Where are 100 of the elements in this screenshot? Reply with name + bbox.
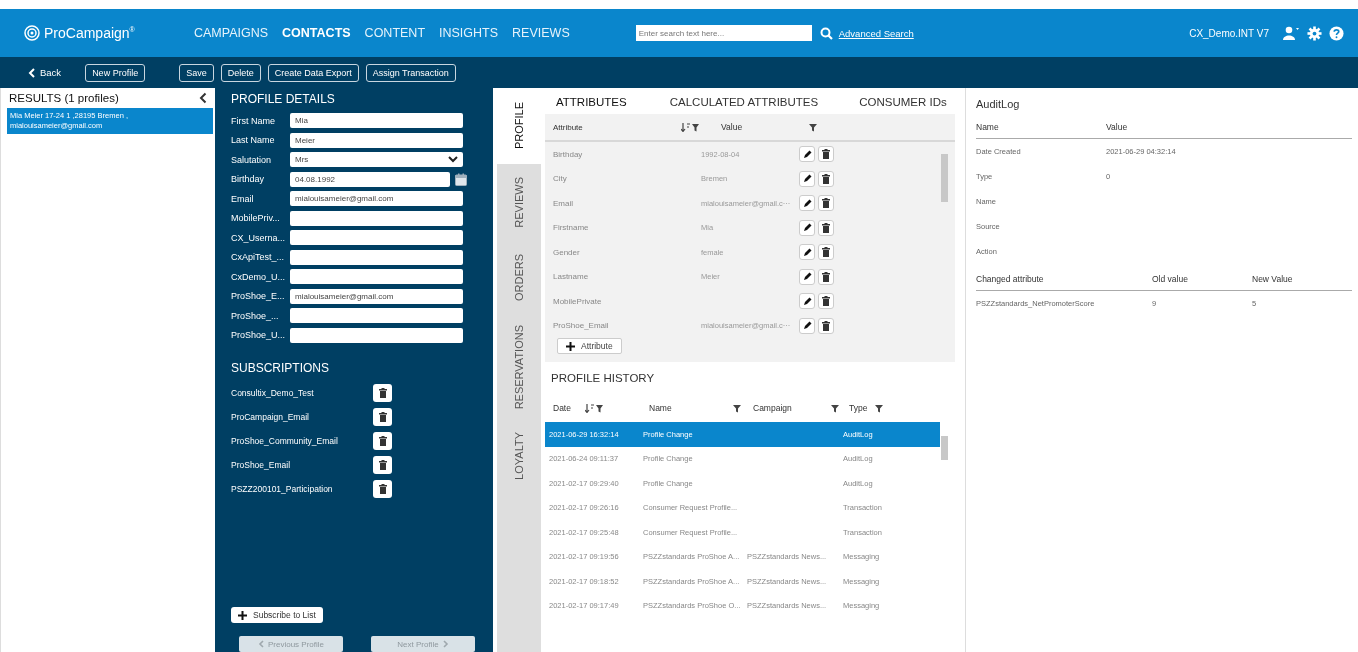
back-button[interactable]: Back <box>28 67 62 78</box>
column-header[interactable]: Type <box>849 403 868 413</box>
date-field[interactable]: 04.08.1992 <box>290 171 450 187</box>
delete-button[interactable] <box>818 219 834 236</box>
input-field[interactable] <box>290 249 463 265</box>
attribute-tab[interactable]: ATTRIBUTES <box>545 88 638 114</box>
app-logo[interactable]: ProCampaign$^{®}$ <box>44 25 135 41</box>
attribute-name: Gender <box>553 247 581 257</box>
attribute-name: Email <box>553 198 574 208</box>
edit-button[interactable] <box>799 293 815 310</box>
search-field[interactable]: Enter search text here... <box>635 25 812 41</box>
delete-button[interactable] <box>818 317 834 334</box>
side-tab[interactable]: ORDERS <box>497 240 541 316</box>
edit-button[interactable] <box>799 244 815 261</box>
column-header[interactable]: Attribute <box>553 122 681 132</box>
add-attribute-button[interactable]: Attribute <box>557 338 622 354</box>
nav-tab[interactable]: INSIGHTS <box>439 26 499 40</box>
select-field[interactable]: Mrs <box>290 152 463 168</box>
attribute-name: ProShoe_Email <box>553 321 610 331</box>
side-tab[interactable]: RESERVATIONS <box>497 316 541 418</box>
delete-button[interactable] <box>373 384 392 402</box>
panel-title: AuditLog <box>976 98 1021 110</box>
trash-icon <box>378 460 387 470</box>
pencil-icon <box>802 296 812 306</box>
settings-icon[interactable] <box>1307 25 1322 41</box>
trash-icon <box>822 222 830 233</box>
delete-button[interactable] <box>818 146 834 163</box>
toolbar-button[interactable]: Delete <box>220 63 261 82</box>
input-field[interactable] <box>290 230 463 246</box>
pencil-icon <box>802 174 812 184</box>
input-field[interactable] <box>290 210 463 226</box>
pencil-icon <box>802 321 812 331</box>
subscription-name: ProCampaign_Email <box>231 412 310 422</box>
trash-icon <box>378 484 387 494</box>
attribute-name: MobilePrivate <box>553 296 603 306</box>
field-label: Salutation <box>231 154 273 165</box>
nav-tab[interactable]: REVIEWS <box>512 26 570 40</box>
toolbar-button[interactable]: Assign Transaction <box>365 63 456 82</box>
help-icon[interactable] <box>1329 25 1344 41</box>
input-field[interactable] <box>290 327 463 343</box>
delete-button[interactable] <box>818 195 834 212</box>
nav-tab[interactable]: CAMPAIGNS <box>194 26 269 40</box>
calendar-icon[interactable] <box>455 172 467 186</box>
filter-icon[interactable] <box>733 403 741 413</box>
input-field[interactable] <box>290 308 463 324</box>
edit-button[interactable] <box>799 170 815 187</box>
toolbar-button[interactable]: Create Data Export <box>267 63 359 82</box>
column-header[interactable]: Name <box>649 403 672 413</box>
chevron-left-icon <box>258 640 264 648</box>
advanced-search-link[interactable]: Advanced Search <box>838 27 914 39</box>
delete-button[interactable] <box>818 170 834 187</box>
delete-button[interactable] <box>373 408 392 426</box>
filter-icon[interactable] <box>809 122 817 132</box>
filter-icon[interactable] <box>875 403 884 413</box>
delete-button[interactable] <box>818 293 834 310</box>
input-field[interactable]: mialouisameier@gmail.com <box>290 191 463 207</box>
field-label: CX_Userna... <box>231 232 287 243</box>
collapse-icon[interactable] <box>199 92 207 104</box>
column-header: New Value <box>1252 274 1293 284</box>
field-label: Email <box>231 193 255 204</box>
account-menu[interactable]: CX_Demo.INT V7 <box>1189 27 1269 39</box>
delete-button[interactable] <box>373 480 392 498</box>
side-tab[interactable]: REVIEWS <box>497 164 541 240</box>
nav-tab[interactable]: CONTENT <box>364 26 426 40</box>
edit-button[interactable] <box>799 219 815 236</box>
column-header[interactable]: Value <box>721 122 809 132</box>
field-label: ProShoe_E... <box>231 291 286 302</box>
pencil-icon <box>802 223 812 233</box>
subscribe-button[interactable]: Subscribe to List <box>231 607 323 623</box>
chevron-left-icon <box>28 67 35 78</box>
delete-button[interactable] <box>818 268 834 285</box>
delete-button[interactable] <box>373 456 392 474</box>
input-field[interactable]: Mia <box>290 113 463 129</box>
side-tab[interactable]: PROFILE <box>497 88 541 164</box>
chevron-down-icon <box>448 156 458 164</box>
new-profile-button[interactable]: New Profile <box>85 63 146 82</box>
user-icon[interactable] <box>1282 26 1300 40</box>
subscription-name: ProShoe_Email <box>231 460 292 470</box>
side-tab[interactable]: LOYALTY <box>497 418 541 494</box>
filter-icon[interactable] <box>831 403 839 413</box>
search-icon[interactable] <box>819 26 833 40</box>
sort-filter-icon[interactable] <box>584 403 603 413</box>
input-field[interactable]: mialouisameier@gmail.com <box>290 288 463 304</box>
column-header[interactable]: Campaign <box>753 403 792 413</box>
input-field[interactable]: Meier <box>290 132 463 148</box>
edit-button[interactable] <box>799 317 815 334</box>
delete-button[interactable] <box>373 432 392 450</box>
column-header[interactable]: Date <box>553 403 571 413</box>
sort-filter-icon[interactable] <box>681 122 699 132</box>
toolbar-button[interactable]: Save <box>179 63 214 82</box>
trash-icon <box>822 198 830 209</box>
subscription-name: ProShoe_Community_Email <box>231 436 339 446</box>
delete-button[interactable] <box>818 244 834 261</box>
chevron-right-icon <box>442 640 449 648</box>
input-field[interactable] <box>290 269 463 285</box>
edit-button[interactable] <box>799 268 815 285</box>
nav-tab[interactable]: CONTACTS <box>282 26 351 40</box>
edit-button[interactable] <box>799 195 815 212</box>
edit-button[interactable] <box>799 146 815 163</box>
trash-icon <box>378 388 387 398</box>
